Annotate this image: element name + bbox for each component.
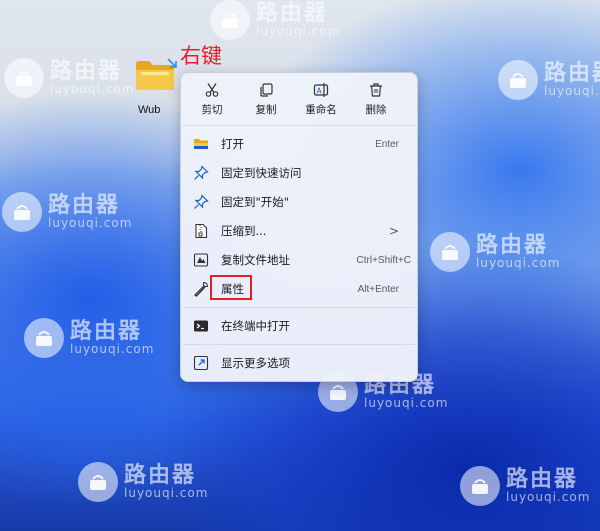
context-menu: 剪切 复制 A 重命名 删除 打开 Enter 固定到快速访问 固定到"开始" … bbox=[180, 72, 418, 382]
menu-item-label: 压缩到... bbox=[221, 224, 267, 238]
menu-divider bbox=[183, 125, 415, 126]
menu-item-label: 固定到"开始" bbox=[221, 195, 290, 209]
router-logo-icon bbox=[4, 58, 44, 98]
copy-path-icon bbox=[193, 253, 209, 267]
watermark-site: luyouqi.com bbox=[256, 24, 341, 39]
watermark-site: luyouqi.com bbox=[70, 342, 155, 357]
menu-item-label: 打开 bbox=[221, 137, 244, 151]
menu-item-shortcut: Enter bbox=[375, 138, 399, 150]
terminal-icon bbox=[194, 320, 208, 332]
router-logo-icon bbox=[78, 462, 118, 502]
menu-item-copy-path[interactable]: 复制文件地址 Ctrl+Shift+C bbox=[185, 247, 413, 273]
pin-icon bbox=[194, 194, 209, 209]
router-logo-icon bbox=[210, 0, 250, 40]
cut-button[interactable]: 剪切 bbox=[189, 79, 235, 119]
router-logo-icon bbox=[24, 318, 64, 358]
folder-name-label: Wub bbox=[138, 104, 161, 116]
watermark-brand: 路由器 bbox=[48, 193, 121, 219]
watermark-site: luyouqi.com bbox=[506, 490, 591, 505]
rename-icon: A bbox=[313, 83, 329, 97]
rename-button[interactable]: A 重命名 bbox=[298, 79, 344, 119]
watermark: 路由器luyouqi.com bbox=[24, 318, 154, 358]
menu-item-label: 显示更多选项 bbox=[221, 356, 290, 370]
copy-label: 复制 bbox=[255, 104, 277, 116]
watermark-site: luyouqi.com bbox=[48, 216, 133, 231]
watermark-site: luyouqi.com bbox=[50, 82, 135, 97]
menu-item-open[interactable]: 打开 Enter bbox=[185, 131, 413, 157]
menu-item-open-terminal[interactable]: 在终端中打开 bbox=[185, 313, 413, 339]
watermark-site: luyouqi.com bbox=[364, 396, 449, 411]
watermark-brand: 路由器 bbox=[476, 233, 549, 259]
pin-icon bbox=[194, 165, 209, 180]
folder-open-icon bbox=[194, 139, 208, 149]
watermark-brand: 路由器 bbox=[506, 467, 579, 493]
submenu-chevron-icon: > bbox=[388, 224, 399, 238]
delete-label: 删除 bbox=[365, 104, 387, 116]
cut-icon bbox=[205, 83, 219, 97]
menu-item-more-options[interactable]: 显示更多选项 bbox=[185, 350, 413, 376]
watermark-brand: 路由器 bbox=[50, 59, 123, 85]
watermark-site: luyouqi.com bbox=[544, 84, 600, 99]
menu-toolbar: 剪切 复制 A 重命名 删除 bbox=[181, 73, 417, 123]
router-logo-icon bbox=[2, 192, 42, 232]
watermark: 路由器luyouqi.com bbox=[210, 0, 340, 40]
copy-icon bbox=[260, 83, 273, 97]
router-logo-icon bbox=[460, 466, 500, 506]
router-logo-icon bbox=[430, 232, 470, 272]
delete-button[interactable]: 删除 bbox=[353, 79, 399, 119]
watermark: 路由器luyouqi.com bbox=[2, 192, 132, 232]
menu-item-pin-start[interactable]: 固定到"开始" bbox=[185, 189, 413, 215]
menu-item-shortcut: Ctrl+Shift+C bbox=[356, 254, 411, 266]
menu-divider bbox=[183, 307, 415, 308]
menu-item-label: 复制文件地址 bbox=[221, 253, 290, 267]
select-arrow-icon bbox=[167, 58, 177, 68]
copy-button[interactable]: 复制 bbox=[243, 79, 289, 119]
watermark-brand: 路由器 bbox=[124, 463, 197, 489]
rename-label: 重命名 bbox=[305, 104, 337, 116]
menu-item-compress[interactable]: 压缩到... > bbox=[185, 218, 413, 244]
watermark-site: luyouqi.com bbox=[476, 256, 561, 271]
watermark: 路由器luyouqi.com bbox=[78, 462, 208, 502]
watermark-brand: 路由器 bbox=[544, 61, 600, 87]
cut-label: 剪切 bbox=[201, 104, 223, 116]
desktop-wallpaper: 路由器luyouqi.com 路由器luyouqi.com 路由器luyouqi… bbox=[0, 0, 600, 531]
watermark: 路由器luyouqi.com bbox=[460, 466, 590, 506]
menu-item-label: 固定到快速访问 bbox=[221, 166, 302, 180]
menu-divider bbox=[183, 344, 415, 345]
router-logo-icon bbox=[498, 60, 538, 100]
watermark-brand: 路由器 bbox=[70, 319, 143, 345]
watermark-brand: 路由器 bbox=[256, 1, 329, 27]
wrench-icon bbox=[193, 281, 209, 297]
watermark-site: luyouqi.com bbox=[124, 486, 209, 501]
menu-item-shortcut: Alt+Enter bbox=[357, 283, 399, 295]
menu-item-pin-quick-access[interactable]: 固定到快速访问 bbox=[185, 160, 413, 186]
properties-highlight-box bbox=[210, 275, 252, 300]
zip-icon bbox=[195, 223, 208, 239]
watermark: 路由器luyouqi.com bbox=[4, 58, 134, 98]
right-click-annotation: 右键 bbox=[180, 44, 222, 68]
more-options-icon bbox=[193, 355, 209, 371]
menu-item-label: 在终端中打开 bbox=[221, 319, 290, 333]
svg-text:A: A bbox=[317, 87, 323, 96]
delete-icon bbox=[370, 83, 382, 97]
watermark: 路由器luyouqi.com bbox=[498, 60, 600, 100]
watermark: 路由器luyouqi.com bbox=[430, 232, 560, 272]
